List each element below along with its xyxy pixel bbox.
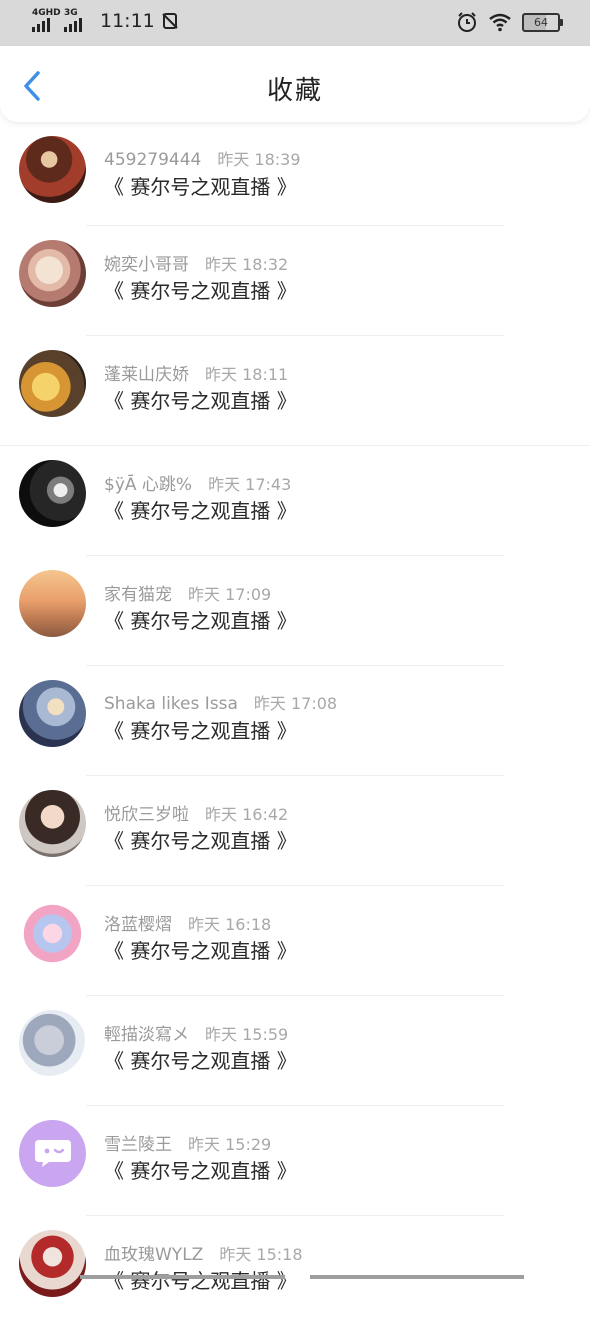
item-time: 昨天 16:42 [205, 805, 289, 824]
status-bar-right: 64 [456, 11, 563, 33]
signal-icon-secondary: 3G [64, 9, 90, 33]
list-item[interactable]: 悦欣三岁啦 昨天 16:42 《 赛尔号之观直播 》 [0, 776, 590, 886]
list-item[interactable]: 血玫瑰WYLZ 昨天 15:18 《 赛尔号之观直播 》 [0, 1216, 590, 1326]
status-bar: 4GHD 3G 11:11 64 [0, 0, 590, 46]
item-meta: Shaka likes Issa 昨天 17:08 [104, 690, 337, 714]
sender-name: 婉奕小哥哥 [104, 255, 189, 275]
sender-name: Shaka likes Issa [104, 694, 238, 714]
list-item[interactable]: 洛蓝樱熠 昨天 16:18 《 赛尔号之观直播 》 [0, 886, 590, 996]
list-item[interactable]: 蓬莱山庆娇 昨天 18:11 《 赛尔号之观直播 》 [0, 336, 590, 446]
sender-name: 雪兰陵王 [104, 1135, 172, 1155]
sim-off-icon [162, 13, 178, 29]
item-time: 昨天 17:43 [208, 475, 292, 494]
avatar[interactable] [19, 240, 86, 307]
sender-name: 血玫瑰WYLZ [104, 1245, 204, 1265]
item-message: 《 赛尔号之观直播 》 [104, 175, 297, 199]
avatar[interactable] [19, 570, 86, 637]
item-meta: 婉奕小哥哥 昨天 18:32 [104, 250, 288, 275]
header-bar: 收藏 [0, 46, 590, 122]
item-message: 《 赛尔号之观直播 》 [104, 499, 297, 523]
avatar[interactable] [19, 1230, 86, 1297]
item-message: 《 赛尔号之观直播 》 [104, 1159, 297, 1183]
item-time: 昨天 18:11 [205, 365, 289, 384]
item-message: 《 赛尔号之观直播 》 [104, 389, 297, 413]
wifi-icon [489, 13, 511, 32]
item-meta: 洛蓝樱熠 昨天 16:18 [104, 910, 271, 935]
list-item[interactable]: 婉奕小哥哥 昨天 18:32 《 赛尔号之观直播 》 [0, 226, 590, 336]
item-meta: 459279444 昨天 18:39 [104, 146, 301, 170]
avatar[interactable] [19, 680, 86, 747]
sender-name: $ÿĀ 心跳% [104, 475, 193, 495]
list-item[interactable]: 雪兰陵王 昨天 15:29 《 赛尔号之观直播 》 [0, 1106, 590, 1216]
sender-name: 悦欣三岁啦 [104, 805, 189, 825]
list-item[interactable]: Shaka likes Issa 昨天 17:08 《 赛尔号之观直播 》 [0, 666, 590, 776]
list-item[interactable]: 459279444 昨天 18:39 《 赛尔号之观直播 》 [0, 122, 590, 226]
item-time: 昨天 17:09 [188, 585, 272, 604]
item-meta: 蓬莱山庆娇 昨天 18:11 [104, 360, 288, 385]
sender-name: 輕描淡寫メ [104, 1025, 189, 1045]
item-meta: $ÿĀ 心跳% 昨天 17:43 [104, 470, 291, 495]
sender-name: 蓬莱山庆娇 [104, 365, 189, 385]
item-time: 昨天 17:08 [253, 694, 338, 713]
network-type-label: 4GHD [32, 8, 61, 18]
chat-bubble-icon [35, 1140, 71, 1167]
item-message: 《 赛尔号之观直播 》 [104, 829, 297, 853]
status-bar-left: 4GHD 3G 11:11 [32, 9, 179, 33]
item-message: 《 赛尔号之观直播 》 [104, 1049, 297, 1073]
list-item[interactable]: 家有猫宠 昨天 17:09 《 赛尔号之观直播 》 [0, 556, 590, 666]
item-time: 昨天 15:18 [219, 1245, 303, 1264]
item-time: 昨天 18:32 [205, 255, 289, 274]
sender-name: 459279444 [104, 150, 202, 170]
item-meta: 輕描淡寫メ 昨天 15:59 [104, 1020, 288, 1045]
battery-level: 64 [534, 15, 548, 29]
avatar[interactable] [19, 136, 86, 203]
avatar[interactable] [19, 1010, 86, 1077]
item-meta: 血玫瑰WYLZ 昨天 15:18 [104, 1240, 303, 1265]
item-message: 《 赛尔号之观直播 》 [104, 939, 297, 963]
page-title: 收藏 [266, 76, 323, 106]
list-item[interactable]: $ÿĀ 心跳% 昨天 17:43 《 赛尔号之观直播 》 [0, 446, 590, 556]
avatar[interactable] [19, 790, 86, 857]
avatar[interactable] [19, 350, 86, 417]
list-item[interactable]: 輕描淡寫メ 昨天 15:59 《 赛尔号之观直播 》 [0, 996, 590, 1106]
scroll-indicator [80, 1275, 524, 1279]
item-time: 昨天 16:18 [188, 915, 272, 934]
signal-icon: 4GHD [32, 8, 61, 33]
item-message: 《 赛尔号之观直播 》 [104, 609, 297, 633]
item-meta: 雪兰陵王 昨天 15:29 [104, 1130, 271, 1155]
item-time: 昨天 15:59 [205, 1025, 289, 1044]
favorites-list: 459279444 昨天 18:39 《 赛尔号之观直播 》 婉奕小哥哥 昨天 18… [0, 122, 590, 1326]
item-time: 昨天 18:39 [217, 150, 301, 169]
item-meta: 家有猫宠 昨天 17:09 [104, 580, 271, 605]
alarm-icon [458, 12, 476, 32]
avatar[interactable] [19, 900, 86, 967]
item-meta: 悦欣三岁啦 昨天 16:42 [104, 800, 288, 825]
sender-name: 洛蓝樱熠 [104, 915, 172, 935]
item-time: 昨天 15:29 [188, 1135, 272, 1154]
avatar[interactable] [19, 460, 86, 527]
avatar[interactable] [19, 1120, 86, 1187]
network-type-label-secondary: 3G [64, 8, 78, 18]
status-time: 11:11 [100, 10, 155, 32]
sender-name: 家有猫宠 [104, 585, 172, 605]
item-message: 《 赛尔号之观直播 》 [104, 719, 297, 743]
item-message: 《 赛尔号之观直播 》 [104, 279, 297, 303]
battery-icon: 64 [522, 12, 563, 32]
